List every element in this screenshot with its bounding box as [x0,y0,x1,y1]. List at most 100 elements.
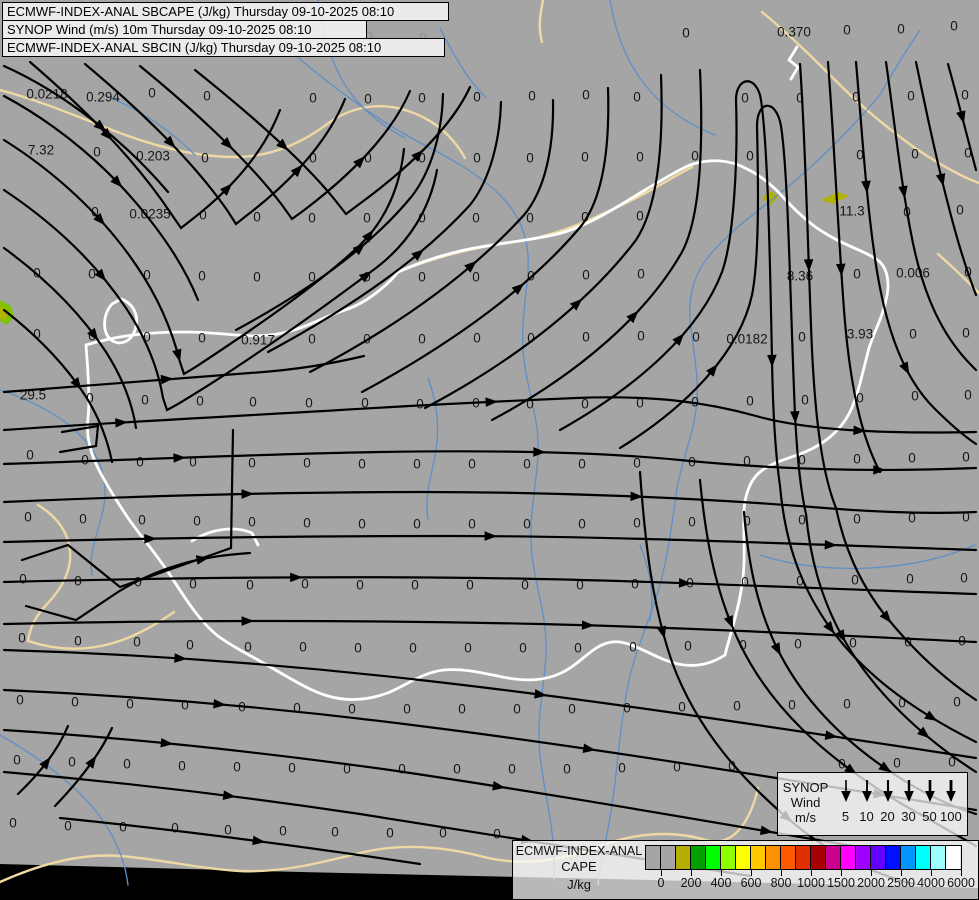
map-value-label: 0 [637,329,645,344]
cape-color-cell [901,846,916,869]
map-title-sbcape: ECMWF-INDEX-ANAL SBCAPE (J/kg) Thursday … [2,2,449,21]
map-value-label: 0 [309,91,317,106]
map-value-label: 0 [623,701,631,716]
map-value-label: 0 [618,761,626,776]
map-value-label: 0 [26,448,34,463]
map-value-label: 0 [193,514,201,529]
map-value-label: 0 [692,330,700,345]
arrow-head [883,791,893,802]
weather-map-viewer: 0000.3700000.02180.294000000000000007.32… [0,0,979,900]
map-value-label: 0 [133,635,141,650]
map-value-label: 0 [893,756,901,771]
down-arrow-icon [881,778,895,803]
map-value-label: 0 [305,396,313,411]
map-value-label: 0 [581,150,589,165]
cape-scale-label: 200 [681,876,702,890]
cape-color-cell [826,846,841,869]
arrow-head [841,791,851,802]
cape-legend-line2: CAPE [513,859,645,875]
map-value-label: 0 [741,575,749,590]
arrow-head [904,791,914,802]
wind-legend-box: SYNOP Wind m/s 510203050100 [777,772,968,836]
map-value-label: 0 [473,90,481,105]
map-value-label: 0 [468,457,476,472]
map-value-label: 0 [171,821,179,836]
map-value-label: 0 [288,761,296,776]
wind-speed-value: 30 [898,809,919,824]
cape-legend-line1: ECMWF-INDEX-ANAL [513,844,645,859]
map-value-label: 0 [198,331,206,346]
map-value-label: 0 [201,151,209,166]
cape-scale-label: 0 [658,876,665,890]
map-value-label: 0 [19,572,27,587]
map-value-label: 0 [348,702,356,717]
map-value-label: 0 [458,702,466,717]
map-value-label: 0 [123,757,131,772]
cape-color-cell [661,846,676,869]
map-value-label: 7.32 [28,143,54,158]
down-arrow-icon [944,778,958,803]
map-value-label: 0 [71,695,79,710]
map-value-label: 0 [464,641,472,656]
map-value-label: 0 [18,631,26,646]
map-value-label: 0 [126,697,134,712]
map-value-label: 0 [956,203,964,218]
cape-color-cell [841,846,856,869]
map-value-label: 0 [633,90,641,105]
map-value-label: 0 [911,147,919,162]
cape-color-cell [811,846,826,869]
map-value-label: 0 [68,755,76,770]
map-value-label: 0 [358,517,366,532]
map-value-label: 0 [962,326,970,341]
map-value-label: 0 [364,92,372,107]
cape-color-cell [886,846,901,869]
map-value-label: 0 [93,145,101,160]
cape-scale-label: 2000 [857,876,885,890]
cape-color-cell [736,846,751,869]
cape-color-cell [766,846,781,869]
map-value-label: 0 [513,702,521,717]
map-value-label: 0 [526,211,534,226]
wind-speed-value: 20 [877,809,898,824]
map-value-label: 0 [631,577,639,592]
map-value-label: 0 [178,759,186,774]
map-value-label: 0 [356,578,364,593]
weather-map[interactable]: 0000.3700000.02180.294000000000000007.32… [0,0,979,900]
map-value-label: 0 [148,86,156,101]
map-value-label: 0 [746,394,754,409]
cape-color-scale: 0200400600800100015002000250040006000 [645,845,962,899]
cape-color-cell [706,846,721,869]
map-value-label: 0 [523,517,531,532]
cape-color-cell [751,846,766,869]
map-value-label: 0 [582,268,590,283]
map-value-label: 0 [528,89,536,104]
map-value-label: 11.3 [839,204,864,219]
map-value-label: 0 [416,397,424,412]
map-value-label: 0 [303,456,311,471]
map-value-label: 0 [301,577,309,592]
map-value-label: 0 [472,270,480,285]
map-value-label: 0 [950,19,958,34]
map-value-label: 0 [198,269,206,284]
map-value-label: 0 [233,760,241,775]
cape-scale-label: 400 [711,876,732,890]
cape-color-cell [646,846,661,869]
map-value-label: 0 [186,638,194,653]
map-value-label: 0 [81,453,89,468]
map-value-label: 3.93 [847,327,873,342]
map-value-label: 0 [907,89,915,104]
map-value-label: 0 [79,512,87,527]
map-value-label: 0 [308,332,316,347]
wind-speed-item: 5 [835,778,856,835]
map-value-label: 0 [582,330,590,345]
map-value-label: 0 [248,456,256,471]
map-value-label: 0 [853,512,861,527]
map-value-label: 0 [519,641,527,656]
map-value-label: 0 [526,151,534,166]
map-value-label: 0 [633,516,641,531]
map-value-label: 0.294 [86,90,120,105]
map-value-label: 0 [523,457,531,472]
map-value-label: 0 [508,762,516,777]
map-value-label: 0 [682,26,690,41]
map-value-label: 0 [418,91,426,106]
